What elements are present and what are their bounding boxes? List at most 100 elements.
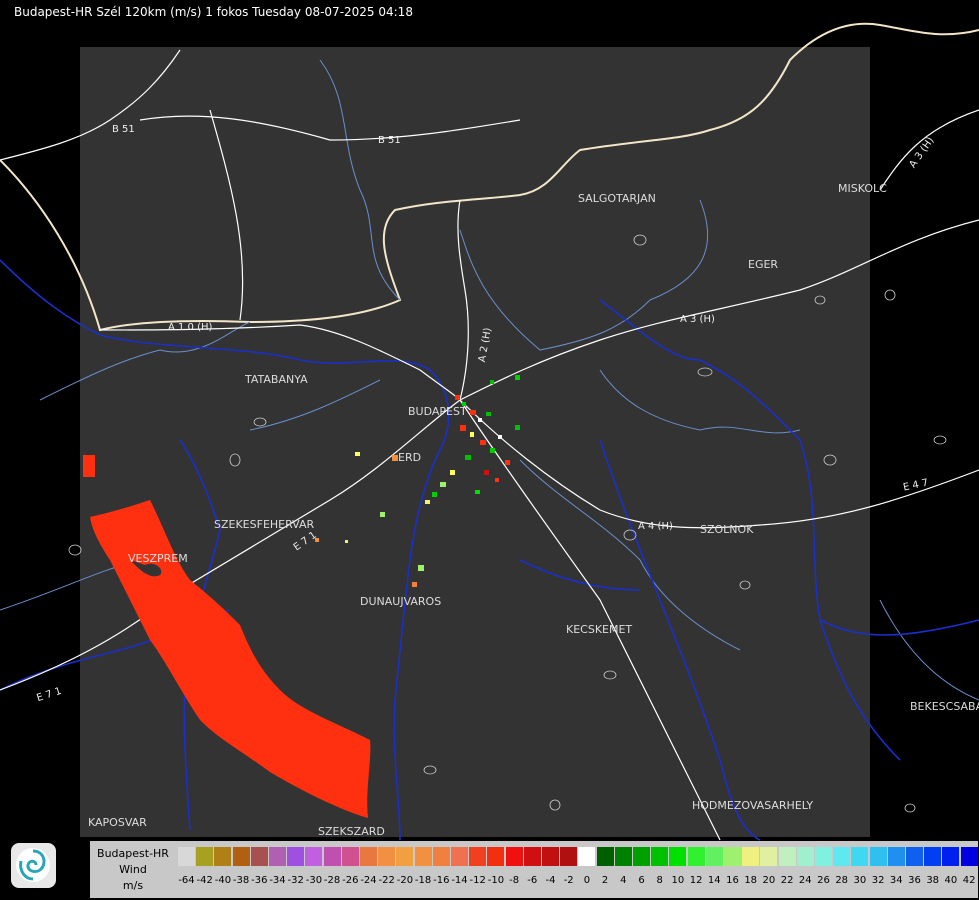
- city-label: BUDAPEST: [408, 405, 467, 418]
- city-label: VESZPREM: [128, 552, 188, 565]
- legend-tick-label: 4: [620, 875, 627, 886]
- legend-tick-label: -16: [433, 875, 450, 886]
- legend-swatch: [796, 847, 814, 866]
- legend-swatch: [833, 847, 851, 866]
- legend-swatch: [396, 847, 414, 866]
- legend-product: Wind: [119, 863, 147, 876]
- legend-tick-label: -28: [323, 875, 341, 886]
- legend-swatch: [287, 847, 305, 866]
- map-title: Budapest-HR Szél 120km (m/s) 1 fokos Tue…: [14, 5, 413, 19]
- legend-tick-label: 12: [689, 875, 703, 886]
- road-label: E 7 1: [35, 686, 63, 704]
- legend-swatch: [760, 847, 778, 866]
- legend-unit: m/s: [122, 879, 144, 892]
- legend-tick-label: -4: [545, 875, 556, 886]
- legend-tick-label: 34: [889, 875, 903, 886]
- legend-swatch: [505, 847, 523, 866]
- legend-swatch: [469, 847, 487, 866]
- legend-swatch: [778, 847, 796, 866]
- swirl-logo-icon: [16, 848, 50, 882]
- legend-swatch: [960, 847, 978, 866]
- legend-swatch: [323, 847, 341, 866]
- city-label: EGER: [748, 258, 778, 271]
- legend-swatch: [705, 847, 723, 866]
- legend-swatch: [250, 847, 268, 866]
- road-label: A 4 (H): [638, 521, 673, 532]
- legend-swatch: [523, 847, 541, 866]
- legend-swatch: [887, 847, 905, 866]
- legend-swatch: [596, 847, 614, 866]
- legend-swatch: [742, 847, 760, 866]
- road-label: A 3 (H): [680, 314, 715, 325]
- legend-tick-label: -2: [563, 875, 574, 886]
- wind-legend: Budapest-HR Wind m/s -64 -42 -40 -38 -36 -34-…: [90, 841, 978, 898]
- legend-swatch: [451, 847, 468, 866]
- road-label: B 51: [112, 124, 135, 135]
- legend-swatch: [906, 847, 923, 866]
- legend-swatch: [196, 847, 214, 866]
- legend-tick-label: 20: [762, 875, 776, 886]
- legend-swatch: [360, 847, 377, 866]
- legend-swatch: [687, 847, 705, 866]
- legend-tick-label: -14: [451, 875, 468, 886]
- legend-tick-label: 10: [671, 875, 685, 886]
- city-label: SZEKSZARD: [318, 825, 385, 838]
- city-label: ERD: [398, 451, 421, 464]
- legend-swatch: [651, 847, 669, 866]
- legend-swatch: [232, 847, 250, 866]
- city-label: MISKOLC: [838, 182, 887, 195]
- legend-tick-label: 0: [583, 875, 591, 886]
- legend-swatch: [869, 847, 887, 866]
- city-label: DUNAUJVAROS: [360, 595, 441, 608]
- road-label: B 51: [378, 135, 401, 146]
- legend-swatch: [305, 847, 323, 866]
- city-label: HODMEZOVASARHELY: [692, 799, 813, 812]
- legend-tick-label: -38: [232, 875, 250, 886]
- logo: [11, 843, 56, 888]
- city-label: SZEKESFEHERVAR: [214, 518, 315, 531]
- legend-tick-label: 14: [707, 875, 721, 886]
- legend-tick-label: -18: [414, 875, 432, 886]
- radar-coverage-area: [80, 47, 870, 837]
- legend-tick-label: 36: [908, 875, 921, 886]
- legend-tick-label: 38: [926, 875, 940, 886]
- legend-swatch: [633, 847, 650, 866]
- legend-swatch: [178, 847, 195, 866]
- radar-map: B 51 B 51 A 3 (H) A 3 (H) A 1 0 (H) A 2 …: [0, 22, 979, 841]
- legend-radar-name: Budapest-HR: [97, 847, 169, 860]
- city-label: TATABANYA: [244, 373, 308, 386]
- legend-tick-label: -22: [378, 875, 395, 886]
- legend-tick-label: -6: [527, 875, 538, 886]
- legend-tick-label: 26: [817, 875, 830, 886]
- legend-swatch: [432, 847, 450, 866]
- legend-tick-label: -10: [487, 875, 505, 886]
- legend-tick-label: -36: [251, 875, 268, 886]
- legend-tick-label: -12: [469, 875, 486, 886]
- city-label: BEKESCSABA: [910, 700, 979, 713]
- legend-swatch: [578, 847, 596, 866]
- legend-swatch: [341, 847, 359, 866]
- legend-tick-label: -20: [396, 875, 414, 886]
- city-label: SALGOTARJAN: [578, 192, 656, 205]
- city-label: KAPOSVAR: [88, 816, 147, 829]
- city-label: SZOLNOK: [700, 523, 754, 536]
- legend-tick-label: 22: [780, 875, 794, 886]
- legend-swatch: [214, 847, 232, 866]
- legend-tick-label: -30: [305, 875, 323, 886]
- legend-tick-label: -32: [287, 875, 304, 886]
- city-label: KECSKEMET: [566, 623, 632, 636]
- road-label: E 4 7: [902, 477, 929, 493]
- legend-swatch: [487, 847, 505, 866]
- legend-tick-label: 18: [744, 875, 758, 886]
- road-label: A 1 0 (H): [168, 322, 213, 333]
- legend-tick-label: 28: [835, 875, 849, 886]
- legend-tick-label: -40: [214, 875, 232, 886]
- legend-tick-label: 32: [871, 875, 885, 886]
- legend-tick-label: -8: [509, 875, 520, 886]
- legend-swatch: [669, 847, 687, 866]
- legend-swatch: [924, 847, 942, 866]
- legend-tick-label: 40: [944, 875, 958, 886]
- legend-tick-label: -64: [178, 875, 195, 886]
- legend-swatch: [614, 847, 632, 866]
- legend-swatch: [815, 847, 832, 866]
